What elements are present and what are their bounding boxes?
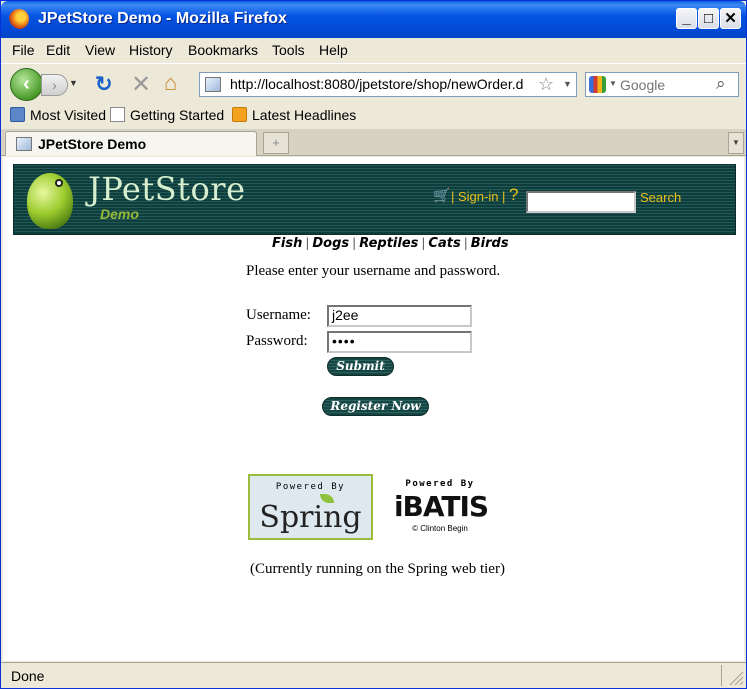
bookmarks-toolbar: Most Visited Getting Started Latest Head… [1,104,746,128]
separator: | [451,189,455,204]
window-title: JPetStore Demo - Mozilla Firefox [38,10,287,27]
menu-help[interactable]: Help [319,42,348,58]
new-tab-button[interactable]: + [263,132,289,154]
web-search-input[interactable] [620,76,710,94]
menu-tools[interactable]: Tools [272,42,305,58]
back-button[interactable]: ‹ [10,68,43,101]
spring-name: Spring [259,500,362,535]
minimize-button[interactable]: _ [676,8,697,29]
tab-title: JPetStore Demo [38,136,147,152]
menu-history[interactable]: History [129,42,173,58]
username-label: Username: [246,307,311,323]
cart-icon[interactable]: 🛒 [433,187,450,204]
tier-note: (Currently running on the Spring web tie… [250,561,505,577]
search-bar[interactable]: ▼ ⌕ [585,72,739,97]
tab-bar: JPetStore Demo + ▼ [1,129,746,156]
rss-feed-icon [232,107,247,122]
stop-icon[interactable]: ✕ [131,70,151,99]
menu-bar: File Edit View History Bookmarks Tools H… [1,38,746,62]
browser-window: JPetStore Demo - Mozilla Firefox _ □ ✕ F… [0,0,747,689]
separator: | [352,236,357,250]
firefox-icon [9,9,29,29]
bookmark-latest-headlines[interactable]: Latest Headlines [232,107,356,123]
page-icon [110,107,125,122]
search-button[interactable]: Search [640,190,681,205]
help-icon[interactable]: ? [509,185,518,205]
status-divider [721,665,722,686]
url-bar[interactable]: http://localhost:8080/jpetstore/shop/new… [199,72,577,97]
parrot-logo-icon[interactable] [27,173,73,229]
ibatis-credit: © Clinton Begin [412,524,468,533]
menu-file[interactable]: File [12,42,35,58]
username-field[interactable]: j2ee [327,305,472,327]
home-icon[interactable]: ⌂ [164,70,177,96]
bookmark-label: Getting Started [130,107,225,123]
store-logo-sub: Demo [100,206,139,222]
bookmark-label: Most Visited [30,107,106,123]
status-text: Done [11,668,45,684]
password-label: Password: [246,333,308,349]
separator: | [502,189,506,204]
status-bar: Done [1,662,746,688]
history-dropdown-icon[interactable]: ▼ [69,78,78,88]
bookmark-star-icon[interactable]: ☆ [538,74,554,95]
close-button[interactable]: ✕ [720,8,741,29]
separator: | [421,236,426,250]
menu-view[interactable]: View [85,42,115,58]
menu-bookmarks[interactable]: Bookmarks [188,42,258,58]
category-dogs[interactable]: Dogs [312,236,349,251]
google-engine-icon[interactable] [589,76,606,93]
engine-dropdown-icon[interactable]: ▼ [609,79,617,88]
ibatis-name: iBATIS [393,490,489,523]
page-content: JPetStore Demo 🛒 | Sign-in | ? Search Fi… [3,157,744,661]
tab-jpetstore[interactable]: JPetStore Demo [5,131,257,156]
url-text[interactable]: http://localhost:8080/jpetstore/shop/new… [230,76,535,92]
navigation-toolbar: ‹ › ▼ ↻ ✕ ⌂ http://localhost:8080/jpetst… [1,63,746,103]
menu-edit[interactable]: Edit [46,42,70,58]
most-visited-icon [10,107,25,122]
tab-list-dropdown-icon[interactable]: ▼ [728,132,744,154]
submit-button[interactable]: Submit [327,357,394,376]
ibatis-logo[interactable]: Powered By iBATIS © Clinton Begin [385,477,495,537]
category-nav: Fish | Dogs | Reptiles | Cats | Birds [272,236,509,251]
product-search-input[interactable] [526,191,636,213]
category-fish[interactable]: Fish [272,236,302,251]
url-dropdown-icon[interactable]: ▼ [563,79,572,89]
bookmark-most-visited[interactable]: Most Visited [10,107,106,123]
category-birds[interactable]: Birds [471,236,509,251]
bookmark-label: Latest Headlines [252,107,357,123]
maximize-button[interactable]: □ [698,8,719,29]
reload-icon[interactable]: ↻ [95,72,113,97]
ibatis-powered-by: Powered By [405,479,475,489]
spring-logo[interactable]: Powered By Spring [248,474,373,540]
bookmark-getting-started[interactable]: Getting Started [110,107,224,123]
tab-favicon-icon [16,137,32,151]
signin-link[interactable]: Sign-in [458,189,498,204]
category-reptiles[interactable]: Reptiles [359,236,418,251]
page-favicon-icon [205,77,221,92]
register-now-button[interactable]: Register Now [322,397,429,416]
resize-grip-icon[interactable] [729,671,743,685]
store-logo[interactable]: JPetStore [88,170,246,208]
parrot-eye [55,179,63,187]
store-banner: JPetStore Demo 🛒 | Sign-in | ? Search [13,164,736,235]
spring-powered-by: Powered By [275,482,346,492]
forward-button[interactable]: › [41,74,68,96]
separator: | [305,236,310,250]
separator: | [463,236,468,250]
search-icon[interactable]: ⌕ [716,74,726,94]
category-cats[interactable]: Cats [428,236,460,251]
title-bar[interactable]: JPetStore Demo - Mozilla Firefox _ □ ✕ [1,1,746,38]
password-field[interactable]: •••• [327,331,472,353]
login-prompt: Please enter your username and password. [246,263,501,279]
